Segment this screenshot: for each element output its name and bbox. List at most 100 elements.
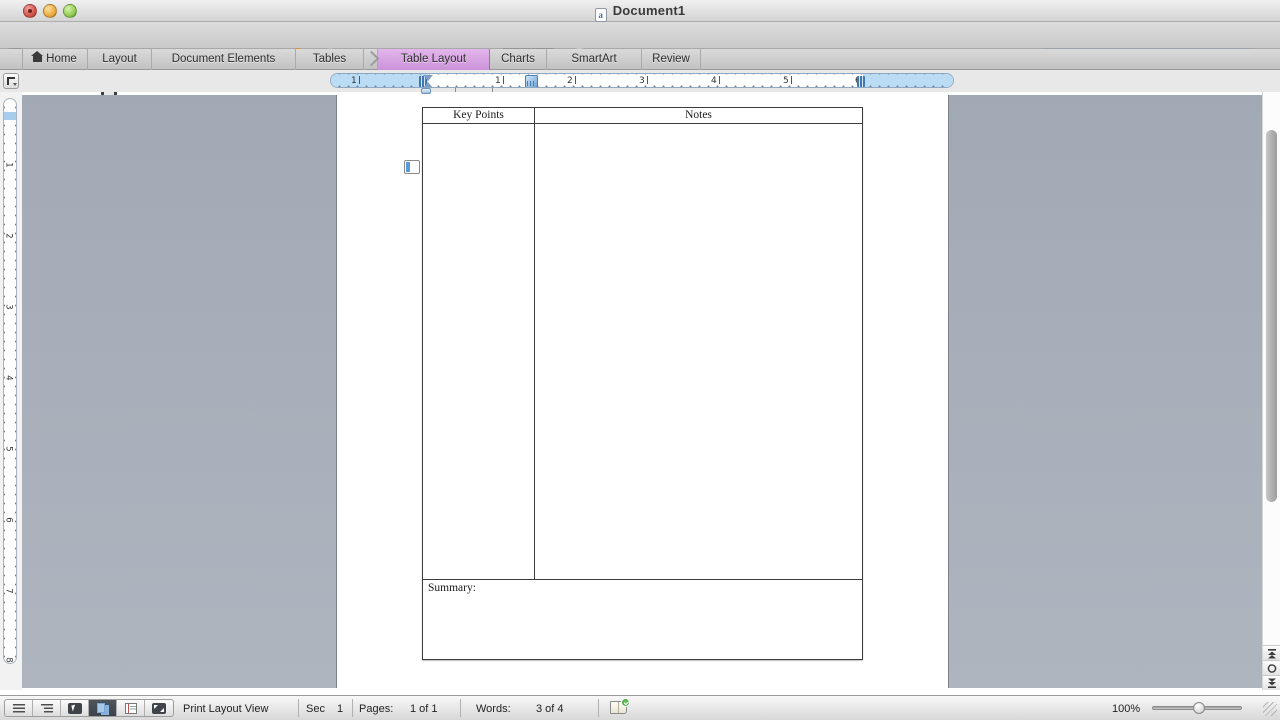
ruler-number: 1: [495, 76, 504, 86]
view-mode-label[interactable]: Print Layout View: [183, 703, 268, 715]
publishing-layout-view-button[interactable]: [61, 700, 89, 716]
tab-home[interactable]: Home: [22, 49, 88, 70]
browse-object-icon: [1267, 663, 1277, 674]
print-layout-view-button[interactable]: [89, 700, 117, 716]
left-indent-marker[interactable]: [421, 88, 431, 94]
outside-page-area: [948, 95, 1262, 688]
tab-label: Home: [46, 53, 77, 65]
focus-view-icon: [152, 703, 166, 714]
tab-label: Charts: [501, 53, 535, 65]
page-down-icon: [1267, 678, 1277, 689]
table-header-row: Key Points Notes: [423, 108, 862, 124]
section-value: 1: [337, 703, 343, 715]
summary-label: Summary:: [428, 582, 476, 594]
zoom-slider[interactable]: [1152, 706, 1242, 710]
words-label[interactable]: Words:: [476, 703, 511, 715]
document-table[interactable]: Key Points Notes Summary:: [422, 107, 863, 660]
focus-view-button[interactable]: [145, 700, 173, 716]
tab-document-elements[interactable]: Document Elements: [152, 49, 296, 70]
outside-page-area: [22, 95, 337, 688]
print-layout-icon: [97, 703, 105, 713]
page-layout-view-button[interactable]: [404, 160, 420, 174]
first-line-indent-marker[interactable]: [423, 75, 433, 81]
tab-tables[interactable]: Tables: [296, 49, 364, 70]
pages-label: Pages:: [359, 703, 393, 715]
tab-label: Layout: [102, 53, 137, 65]
tab-layout[interactable]: Layout: [88, 49, 152, 70]
outline-view-icon: [41, 704, 53, 713]
next-page-button[interactable]: [1263, 675, 1280, 690]
words-value[interactable]: 3 of 4: [536, 703, 564, 715]
status-separator: [352, 699, 353, 717]
tab-smartart[interactable]: SmartArt: [547, 49, 642, 70]
tab-label: Document Elements: [172, 53, 276, 65]
cursor-icon: [71, 705, 76, 712]
tab-stop-selector-button[interactable]: [3, 73, 19, 89]
tab-label: Tables: [313, 53, 346, 65]
window-title: Document1: [613, 3, 686, 18]
tab-charts[interactable]: Charts: [490, 49, 547, 70]
music-note-icon: ♪: [476, 189, 481, 199]
ruler-number: 2: [567, 76, 576, 86]
summary-cell[interactable]: Summary:: [423, 579, 862, 659]
draft-view-icon: [13, 704, 25, 713]
view-switcher: [4, 699, 174, 717]
ruler-ticks: [4, 99, 16, 663]
notes-header-cell[interactable]: Notes: [535, 108, 862, 123]
tab-review[interactable]: Review: [642, 49, 701, 70]
standard-toolbar: ✂ ↶ ↷ ¶ ♪ 100% ?: [0, 22, 1280, 49]
column-boundary-marker[interactable]: [857, 76, 865, 87]
table-body-row: [423, 124, 862, 579]
key-points-header-cell[interactable]: Key Points: [423, 108, 535, 123]
publishing-layout-icon: [68, 703, 82, 714]
tab-stop-tick: [455, 88, 456, 92]
section-label: Sec: [306, 703, 325, 715]
horizontal-ruler[interactable]: 1 1 2 3 4 5 6: [330, 73, 954, 88]
page-up-icon: [1267, 648, 1277, 659]
word-window: a Document1 ✂ ↶ ↷ ¶ ♪ 100% ?: [0, 0, 1280, 720]
tab-label: Review: [652, 53, 690, 65]
title-bar: a Document1: [0, 0, 1280, 22]
status-bar: Print Layout View Sec 1 Pages: 1 of 1 Wo…: [0, 695, 1280, 720]
table-row-marker[interactable]: [4, 112, 16, 120]
tab-label: Table Layout: [401, 53, 466, 65]
status-separator: [460, 699, 461, 717]
window-title-group: a Document1: [0, 3, 1280, 22]
ruler-number: 4: [711, 76, 720, 86]
notes-cell[interactable]: [535, 124, 862, 579]
ruler-number: 5: [783, 76, 792, 86]
ruler-number: 4: [4, 375, 14, 380]
zoom-percent-label: 100%: [1112, 703, 1140, 715]
ruler-number: 7: [4, 588, 14, 593]
draft-view-button[interactable]: [5, 700, 33, 716]
window-resize-grip[interactable]: [1263, 702, 1277, 716]
status-separator: [298, 699, 299, 717]
ruler-number: 1: [351, 76, 360, 86]
previous-page-button[interactable]: [1263, 645, 1280, 660]
ruler-number: 8: [4, 657, 14, 662]
spelling-ok-badge: [621, 698, 630, 707]
ribbon-tab-bar: Home Layout Document Elements Tables Tab…: [0, 49, 1280, 70]
ruler-number: 1: [4, 162, 14, 167]
home-icon: [33, 56, 42, 62]
vertical-scrollbar[interactable]: [1262, 92, 1280, 690]
move-table-column-marker[interactable]: [525, 75, 538, 88]
tab-stop-tick: [492, 88, 493, 92]
tab-table-layout[interactable]: Table Layout: [378, 49, 490, 70]
ruler-number: 2: [4, 233, 14, 238]
document-icon: a: [595, 8, 607, 22]
spelling-status-icon[interactable]: [610, 701, 627, 714]
ribbon-tabs: Home Layout Document Elements Tables Tab…: [22, 49, 701, 70]
notebook-layout-view-button[interactable]: [117, 700, 145, 716]
status-separator: [598, 699, 599, 717]
ruler-number: 3: [639, 76, 648, 86]
ruler-number: 6: [4, 517, 14, 522]
ruler-number: 3: [4, 304, 14, 309]
vertical-ruler[interactable]: 1 2 3 4 5 6 7 8: [3, 98, 17, 664]
contextual-tab-chevron-icon: [364, 49, 378, 70]
select-browse-object-button[interactable]: [1263, 660, 1280, 675]
tab-label: SmartArt: [571, 53, 616, 65]
zoom-slider-thumb[interactable]: [1193, 702, 1205, 714]
outline-view-button[interactable]: [33, 700, 61, 716]
scrollbar-thumb[interactable]: [1266, 130, 1277, 502]
